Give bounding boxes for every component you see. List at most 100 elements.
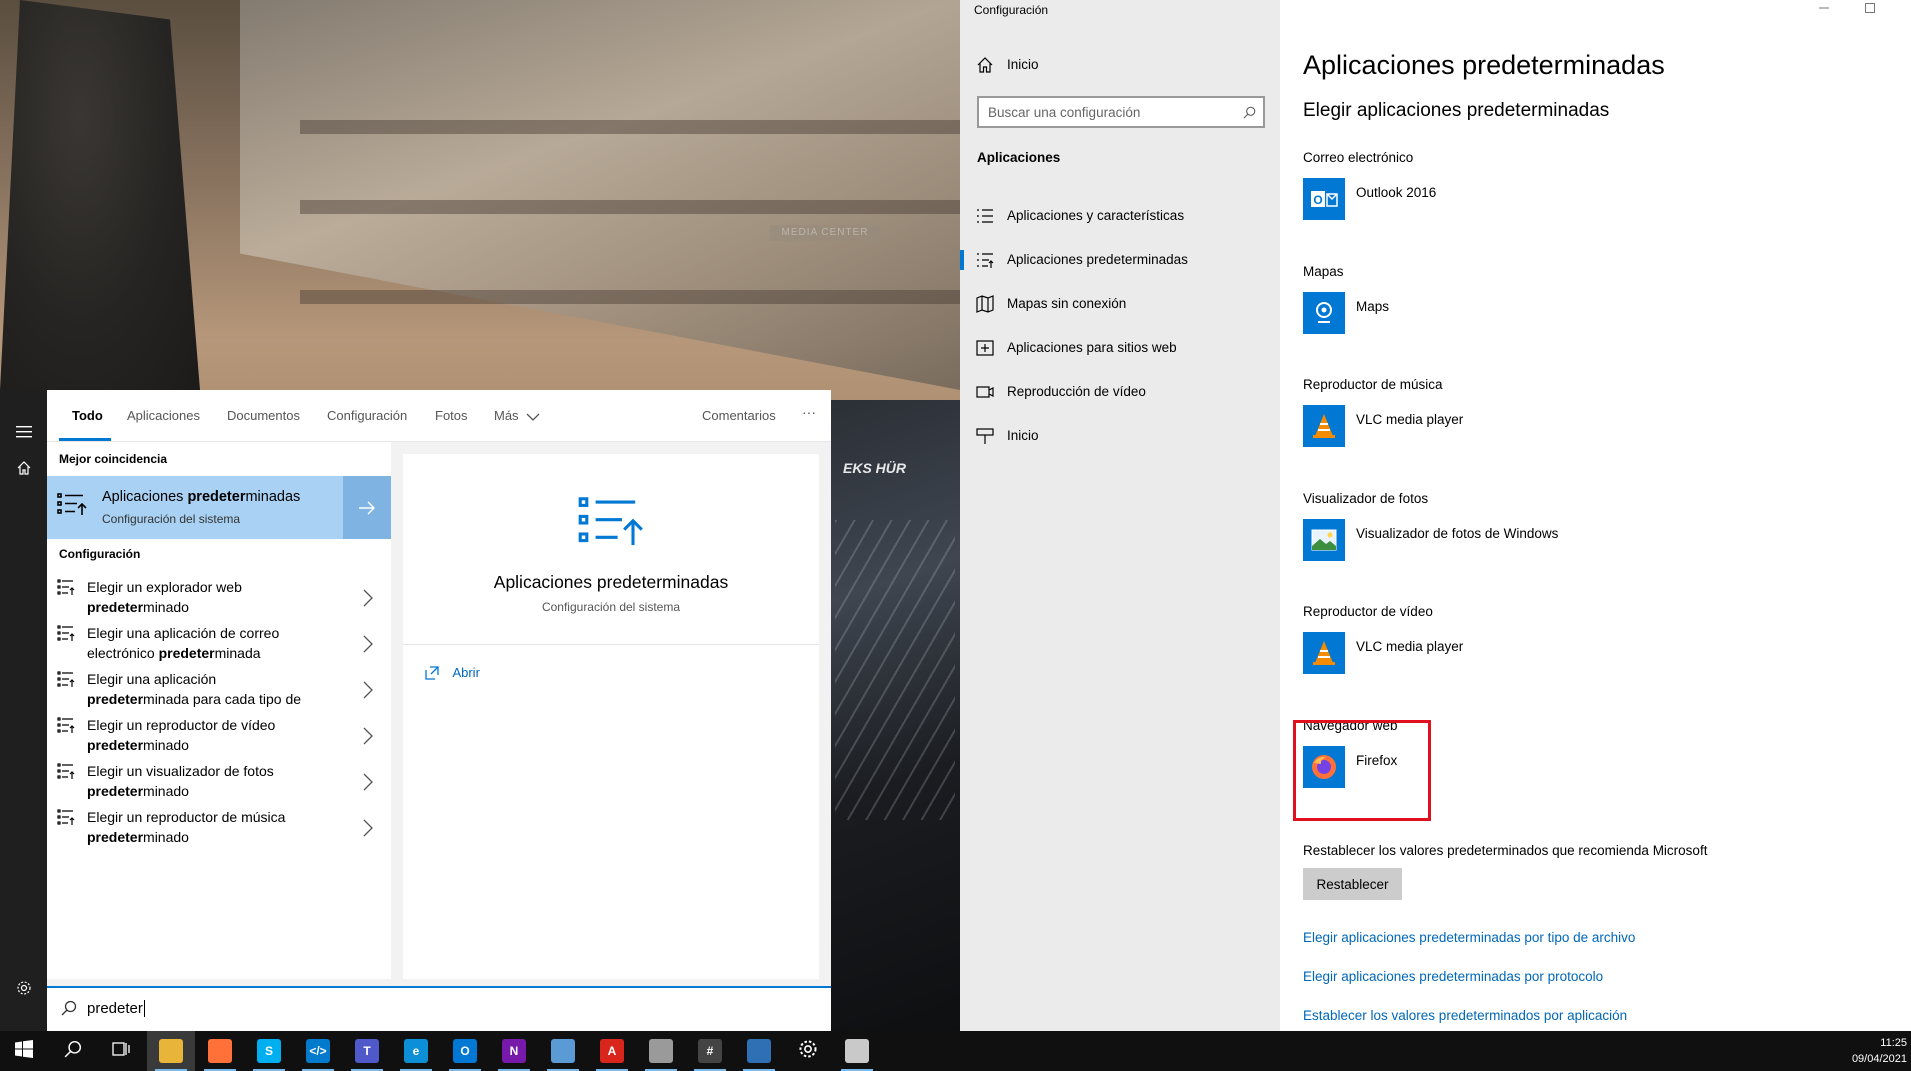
wallpaper-sign: MEDIA CENTER	[770, 225, 880, 241]
tab-fotos[interactable]: Fotos	[435, 408, 468, 423]
search-icon	[64, 1040, 82, 1063]
nav-item[interactable]: Aplicaciones para sitios web	[960, 328, 1280, 368]
snipping-taskbar-button[interactable]	[833, 1031, 881, 1071]
tab-todo[interactable]: Todo	[72, 408, 103, 423]
active-indicator	[960, 250, 964, 270]
teams-icon: T	[355, 1039, 379, 1063]
tab-documentos[interactable]: Documentos	[227, 408, 300, 423]
result-line2-pre: electrónico	[87, 645, 159, 661]
desktop: { "wallpaper": { "sign_text": "MEDIA CEN…	[0, 0, 1911, 1071]
chevron-right-icon	[363, 589, 373, 607]
firefox-taskbar-button[interactable]	[196, 1031, 244, 1071]
start-icon	[15, 1039, 33, 1063]
acrobat-taskbar-button[interactable]: A	[588, 1031, 636, 1071]
open-preview-button[interactable]	[343, 476, 391, 539]
tab-aplicaciones[interactable]: Aplicaciones	[127, 408, 200, 423]
teams-taskbar-button[interactable]: T	[343, 1031, 391, 1071]
nav-item[interactable]: Reproducción de vídeo	[960, 372, 1280, 412]
chevron-right-icon	[363, 681, 373, 699]
search-results: Mejor coincidencia Aplicaciones predeter…	[47, 442, 391, 979]
default-app-button[interactable]: Maps	[1303, 292, 1603, 336]
link-by-app[interactable]: Establecer los valores predeterminados p…	[1303, 1008, 1627, 1023]
nav-item[interactable]: Inicio	[960, 416, 1280, 456]
onenote-icon: N	[502, 1039, 526, 1063]
nav-item[interactable]: Mapas sin conexión	[960, 284, 1280, 324]
clock-time: 11:25	[1880, 1037, 1907, 1049]
default-app-button[interactable]: Visualizador de fotos de Windows	[1303, 519, 1603, 563]
page-title: Aplicaciones predeterminadas	[1303, 50, 1665, 80]
default-apps-icon	[578, 497, 643, 545]
skype-taskbar-button[interactable]: S	[245, 1031, 293, 1071]
outlook-taskbar-button[interactable]: O	[441, 1031, 489, 1071]
result-match: predeter	[87, 783, 144, 799]
onenote-taskbar-button[interactable]: N	[490, 1031, 538, 1071]
clock-date: 09/04/2021	[1851, 1053, 1907, 1065]
window-title: Configuración	[974, 3, 1049, 17]
tab-active-indicator	[59, 438, 111, 441]
wallpaper-band	[300, 120, 960, 134]
more-options-icon[interactable]: ···	[802, 404, 816, 420]
result-line1: Elegir una aplicación	[87, 671, 217, 687]
category-label: Reproductor de música	[1303, 377, 1443, 392]
default-app-name: VLC media player	[1356, 412, 1464, 427]
tab-mas-label: Más	[494, 408, 519, 423]
default-app-button[interactable]: VLC media player	[1303, 632, 1603, 676]
best-match-item[interactable]: Aplicaciones predeterminadas Configuraci…	[47, 476, 391, 539]
link-by-file-type[interactable]: Elegir aplicaciones predeterminadas por …	[1303, 930, 1635, 945]
section-title: Elegir aplicaciones predeterminadas	[1303, 100, 1610, 121]
vlc-icon	[1303, 632, 1345, 674]
reset-button[interactable]: Restablecer	[1303, 868, 1402, 900]
wallpaper-person	[0, 0, 200, 390]
result-match: predeter	[87, 737, 144, 753]
feedback-button[interactable]: Comentarios	[702, 408, 776, 423]
notepad-taskbar-button[interactable]	[539, 1031, 587, 1071]
settings-nav: Configuración Inicio Aplicaciones Aplica…	[960, 0, 1280, 1031]
nav-item[interactable]: Aplicaciones y características	[960, 196, 1280, 236]
nav-item[interactable]: Aplicaciones predeterminadas	[960, 240, 1280, 280]
home-icon[interactable]	[0, 448, 47, 488]
task-view-taskbar-button[interactable]	[98, 1031, 146, 1071]
firefox-icon	[208, 1039, 232, 1063]
result-line2-post: minada para cada tipo de	[143, 691, 302, 707]
search-icon	[1243, 106, 1256, 119]
file-explorer-taskbar-button[interactable]	[147, 1031, 195, 1071]
open-action[interactable]: Abrir	[425, 664, 480, 684]
svg-text:O: O	[1313, 193, 1322, 207]
start-taskbar-button[interactable]	[0, 1031, 48, 1071]
vscode-taskbar-button[interactable]: </>	[294, 1031, 342, 1071]
tab-configuracion[interactable]: Configuración	[327, 408, 407, 423]
calculator-taskbar-button[interactable]: #	[686, 1031, 734, 1071]
remote-desktop-taskbar-button[interactable]	[735, 1031, 783, 1071]
divider	[403, 644, 819, 645]
search-box[interactable]: predeter	[47, 986, 831, 1031]
settings-search-input[interactable]	[979, 98, 1229, 126]
search-tabs: Todo Aplicaciones Documentos Configuraci…	[47, 390, 831, 442]
settings-search[interactable]	[977, 96, 1265, 128]
default-app-button[interactable]: O Outlook 2016	[1303, 178, 1603, 222]
remote-desktop-icon	[747, 1039, 771, 1063]
link-by-protocol[interactable]: Elegir aplicaciones predeterminadas por …	[1303, 969, 1603, 984]
edge-icon: e	[404, 1039, 428, 1063]
tab-mas[interactable]: Más	[494, 408, 540, 423]
default-apps-icon	[57, 763, 75, 779]
nav-home[interactable]: Inicio	[960, 45, 1280, 85]
gear-icon[interactable]	[0, 968, 47, 1008]
hamburger-menu-icon[interactable]	[0, 412, 47, 452]
outlook-icon: O	[453, 1039, 477, 1063]
result-line1: Elegir un reproductor de vídeo	[87, 717, 276, 733]
clock[interactable]: 11:25 09/04/2021	[1852, 1035, 1907, 1067]
preview-title: Aplicaciones predeterminadas	[493, 572, 729, 592]
settings-taskbar-button[interactable]	[784, 1031, 832, 1071]
arrow-right-icon	[359, 501, 375, 514]
default-app-button[interactable]: VLC media player	[1303, 405, 1603, 449]
calculator-icon: #	[698, 1039, 722, 1063]
default-apps-icon	[977, 253, 994, 268]
edge-taskbar-button[interactable]: e	[392, 1031, 440, 1071]
chevron-down-icon	[526, 413, 540, 421]
chevron-right-icon	[363, 635, 373, 653]
nav-home-label: Inicio	[1007, 57, 1039, 72]
result-line2-post: minada	[214, 645, 261, 661]
database-taskbar-button[interactable]	[637, 1031, 685, 1071]
list-item[interactable]: Elegir un reproductor de música predeterm…	[47, 802, 391, 858]
search-taskbar-button[interactable]	[49, 1031, 97, 1071]
